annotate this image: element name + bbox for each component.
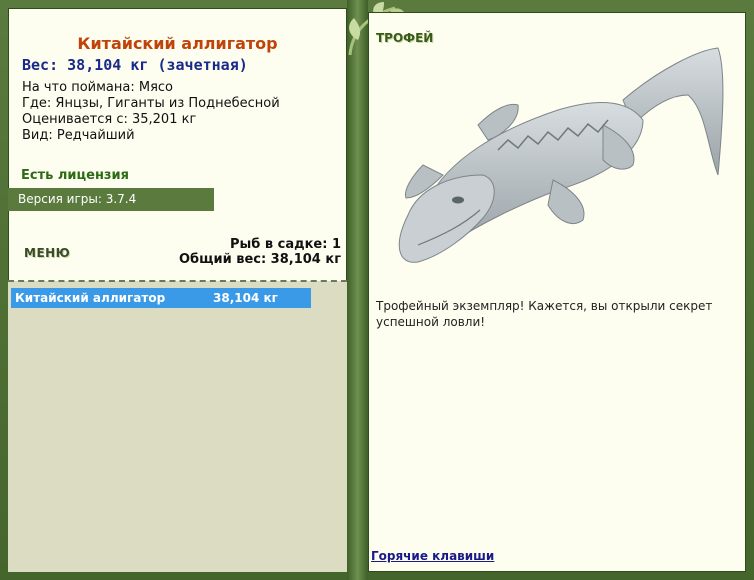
fish-location: Где: Янцзы, Гиганты из Поднебесной [22,96,280,111]
catch-list-item[interactable]: Китайский аллигатор 38,104 кг [11,288,311,308]
fish-count: Рыб в садке: 1 [229,237,341,252]
menu-label: МЕНЮ [24,246,71,260]
catch-list-area [8,281,347,572]
trophy-panel: ТРОФЕЙ Трофейный экземпляр! Кажется, вы … [368,12,746,572]
panel-divider [347,0,368,580]
fish-info-panel: Китайский аллигатор Вес: 38,104 кг (заче… [8,8,347,572]
alligator-image [398,47,724,263]
fish-title: Китайский аллигатор [77,34,278,53]
catch-item-weight: 38,104 кг [213,291,278,305]
fish-value: Оценивается с: 35,201 кг [22,112,197,127]
menu-button[interactable]: МЕНЮ [24,246,70,260]
dashed-divider [8,280,347,282]
version-bar: Версия игры: 3.7.4 [8,188,214,211]
fish-rarity: Вид: Редчайший [22,128,135,143]
keepnet-stats: Рыб в садке: 1 Общий вес: 38,104 кг [179,237,341,267]
fish-weight: Вес: 38,104 кг (зачетная) [22,56,248,74]
hotkeys-link[interactable]: Горячие клавиши [371,549,494,563]
catch-item-name: Китайский аллигатор [15,291,166,305]
trophy-message: Трофейный экземпляр! Кажется, вы открыли… [376,299,713,329]
license-status: Есть лицензия [21,168,129,183]
fish-bait: На что поймана: Мясо [22,80,174,95]
total-weight: Общий вес: 38,104 кг [178,252,341,267]
